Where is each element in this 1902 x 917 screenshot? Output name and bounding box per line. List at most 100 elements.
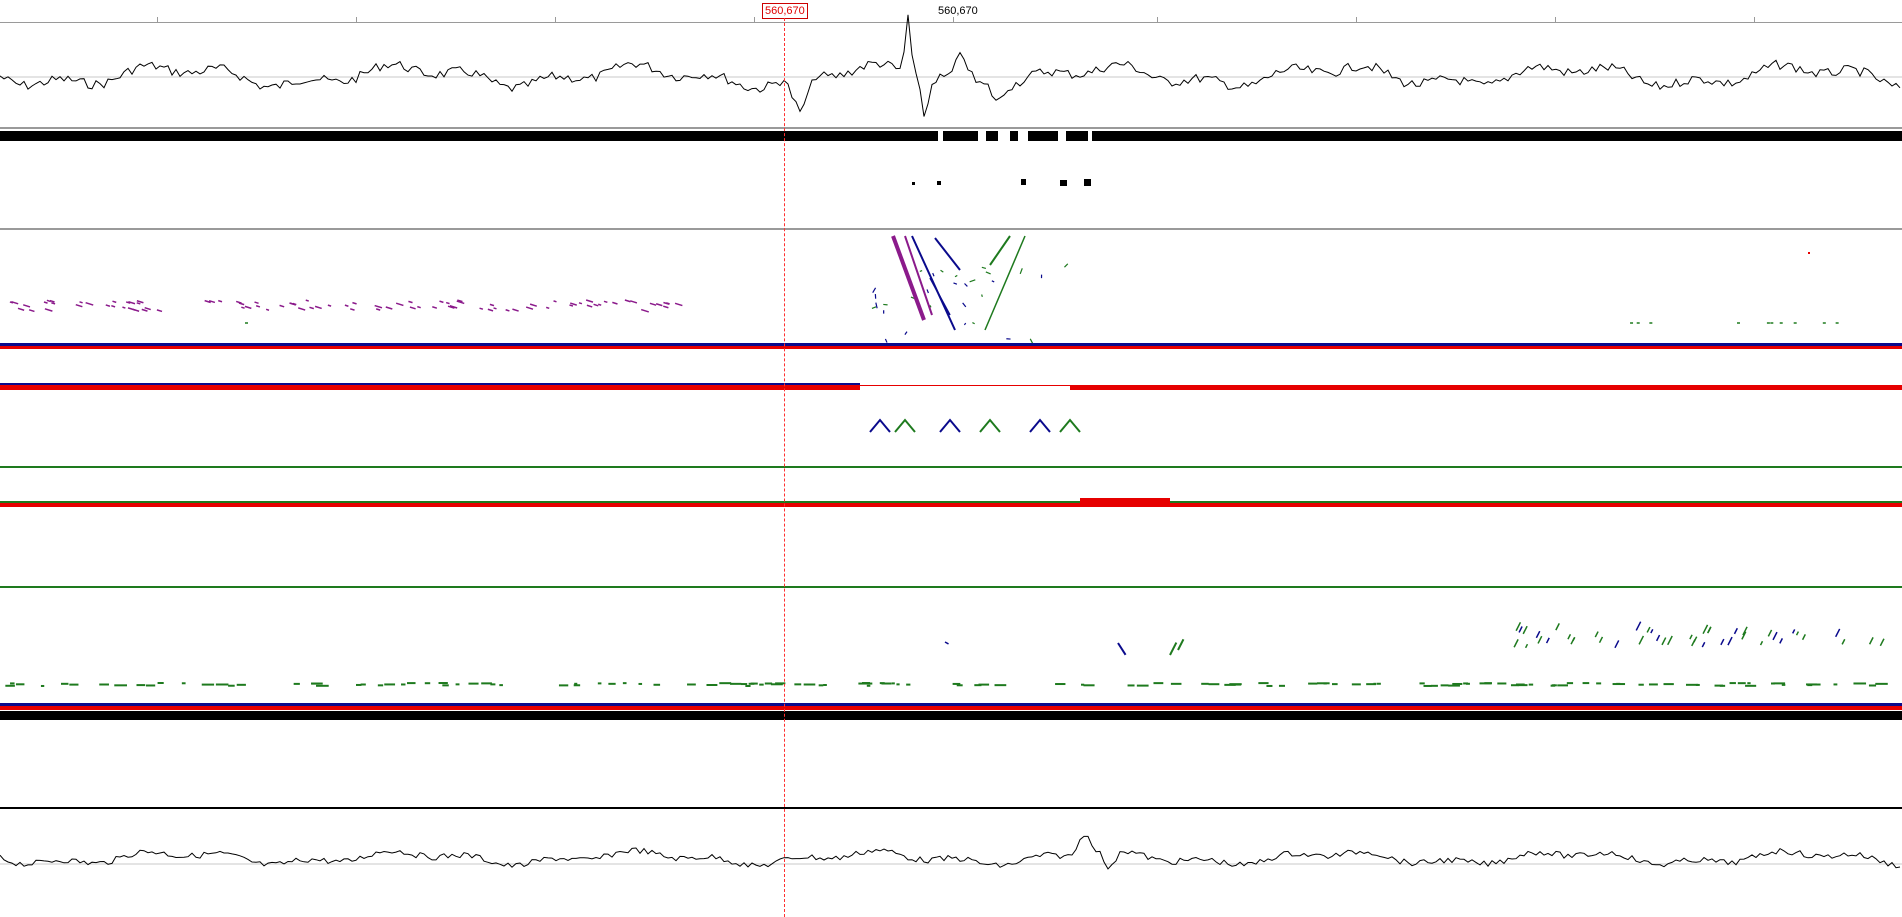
match-fragment <box>1524 643 1529 649</box>
match-fragment <box>265 308 270 311</box>
match-fragment <box>9 301 14 304</box>
match-fragment <box>640 308 649 313</box>
match-fragment <box>1772 631 1778 641</box>
match-fragment <box>1868 637 1874 645</box>
match-fragment <box>17 307 25 311</box>
track-canvas[interactable] <box>0 0 1902 917</box>
match-fragment <box>872 287 877 294</box>
match-fragment <box>1759 640 1764 646</box>
match-fragment <box>254 301 259 305</box>
match-fragment <box>954 274 958 278</box>
match-fragment <box>1635 621 1642 631</box>
match-fragment <box>136 302 141 305</box>
match-fragment <box>493 307 497 310</box>
forward-band <box>0 703 1902 706</box>
coverage-dot <box>1060 180 1067 186</box>
match-fragment <box>445 301 450 305</box>
match-fragment <box>663 301 670 306</box>
match-fragment <box>43 301 48 304</box>
forward-line <box>934 237 961 271</box>
match-fragment <box>395 302 404 307</box>
match-fragment <box>218 299 223 303</box>
coverage-track <box>0 131 1902 230</box>
match-fragment <box>1535 630 1541 639</box>
reverse-block <box>1080 498 1170 506</box>
match-fragment <box>964 283 968 287</box>
match-fragment <box>1594 631 1599 638</box>
match-fragment <box>409 306 416 310</box>
match-fragment <box>241 306 245 309</box>
match-fragment <box>1691 639 1696 647</box>
match-fragment <box>624 299 631 303</box>
match-fragment <box>1614 640 1620 649</box>
match-fragment <box>932 272 935 277</box>
match-fragment <box>1555 623 1560 631</box>
coverage-bar <box>943 131 978 141</box>
match-fragment <box>512 308 519 312</box>
match-fragment <box>408 300 413 304</box>
zigzag-fragment <box>939 418 961 433</box>
match-fragment <box>255 305 261 308</box>
match-fragment <box>1522 625 1528 635</box>
match-fragment <box>884 338 888 343</box>
coverage-bar <box>986 131 998 141</box>
match-fragments <box>5 621 1888 687</box>
match-fragment <box>598 303 602 306</box>
match-fragment <box>279 304 285 308</box>
match-fragment <box>1598 636 1604 644</box>
match-fragment <box>75 303 83 308</box>
match-fragment <box>630 300 638 304</box>
match-fragment <box>981 294 983 298</box>
match-fragment <box>375 308 381 311</box>
match-fragment <box>525 306 534 310</box>
match-fragment <box>505 309 510 312</box>
match-fragment <box>1733 627 1738 635</box>
match-fragment <box>962 302 967 308</box>
match-fragment <box>1169 642 1178 656</box>
match-fragment <box>289 302 297 306</box>
coverage-dot <box>912 182 915 185</box>
match-fragment <box>1720 638 1725 646</box>
match-fragment <box>553 300 557 303</box>
gc-graph-top <box>0 14 1902 129</box>
gc-line-top <box>0 14 1901 117</box>
zigzag-fragment <box>1029 418 1051 433</box>
match-fragment <box>1702 624 1709 635</box>
match-fragment <box>969 279 976 283</box>
match-fragment <box>349 308 355 311</box>
coverage-bar <box>1066 131 1088 141</box>
match-fragment <box>871 306 877 310</box>
zigzag-matches <box>869 418 1081 433</box>
match-fragment <box>1545 637 1550 644</box>
match-fragment <box>1779 638 1784 644</box>
coverage-bar <box>1010 131 1018 141</box>
match-fragment <box>79 301 83 304</box>
match-fragment <box>28 309 35 313</box>
match-fragment <box>1567 633 1572 640</box>
match-fragment <box>663 305 669 309</box>
match-fragment <box>649 302 657 306</box>
match-band <box>0 586 1902 588</box>
comparison-track-3 <box>0 621 1902 809</box>
position-cursor-line <box>784 18 785 917</box>
match-fragment <box>612 301 618 305</box>
genome-viewer[interactable]: 560,670 560,670 <box>0 0 1902 917</box>
coverage-bar <box>0 131 910 141</box>
match-line <box>984 235 1026 331</box>
match-fragment <box>972 322 975 325</box>
zigzag-fragment <box>869 418 891 433</box>
match-fragment <box>569 304 574 307</box>
match-fragment <box>385 306 393 310</box>
match-fragment <box>1638 635 1645 645</box>
match-fragment <box>1518 626 1523 633</box>
coverage-dot <box>1084 179 1091 186</box>
match-fragment <box>305 299 309 302</box>
match-fragments <box>9 252 1839 344</box>
match-fragment <box>1841 638 1846 645</box>
reverse-band <box>0 706 1902 710</box>
coverage-dot <box>1021 179 1026 185</box>
match-fragment <box>603 300 608 304</box>
match-fragment <box>432 306 438 309</box>
match-fragment <box>1701 641 1706 648</box>
match-fragment <box>144 306 151 311</box>
